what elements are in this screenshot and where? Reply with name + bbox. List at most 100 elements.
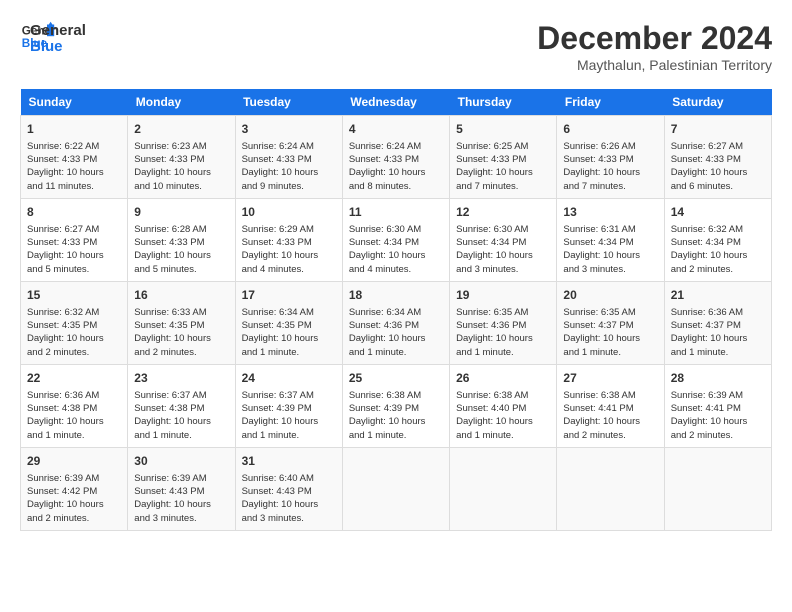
calendar-body: 1 Sunrise: 6:22 AM Sunset: 4:33 PM Daylig… xyxy=(21,116,772,531)
calendar-cell xyxy=(342,447,449,530)
weekday-sunday: Sunday xyxy=(21,89,128,116)
day-info: Sunrise: 6:27 AM Sunset: 4:33 PM Dayligh… xyxy=(27,223,121,276)
calendar-cell: 27Sunrise: 6:38 AM Sunset: 4:41 PM Dayli… xyxy=(557,364,664,447)
day-info: Sunrise: 6:29 AM Sunset: 4:33 PM Dayligh… xyxy=(242,223,336,276)
day-info: Sunrise: 6:24 AM Sunset: 4:33 PM Dayligh… xyxy=(349,140,443,193)
day-info: Sunrise: 6:36 AM Sunset: 4:37 PM Dayligh… xyxy=(671,306,765,359)
day-info: Sunrise: 6:38 AM Sunset: 4:40 PM Dayligh… xyxy=(456,389,550,442)
calendar-cell: 8 Sunrise: 6:27 AM Sunset: 4:33 PM Daylig… xyxy=(21,198,128,281)
day-number: 28 xyxy=(671,370,765,387)
day-info: Sunrise: 6:36 AM Sunset: 4:38 PM Dayligh… xyxy=(27,389,121,442)
calendar-cell: 30 Sunrise: 6:39 AM Sunset: 4:43 PM Dayli… xyxy=(128,447,235,530)
logo-text-blue: Blue xyxy=(30,39,86,56)
calendar-cell: 14 Sunrise: 6:32 AM Sunset: 4:34 PM Dayli… xyxy=(664,198,771,281)
day-info: Sunrise: 6:22 AM Sunset: 4:33 PM Dayligh… xyxy=(27,140,121,193)
day-number: 13 xyxy=(563,204,657,221)
day-info: Sunrise: 6:26 AM Sunset: 4:33 PM Dayligh… xyxy=(563,140,657,193)
day-number: 29 xyxy=(27,453,121,470)
weekday-tuesday: Tuesday xyxy=(235,89,342,116)
day-info: Sunrise: 6:38 AM Sunset: 4:41 PM Dayligh… xyxy=(563,389,657,442)
day-number: 14 xyxy=(671,204,765,221)
calendar-cell: 19 Sunrise: 6:35 AM Sunset: 4:36 PM Dayli… xyxy=(450,281,557,364)
calendar-cell: 17Sunrise: 6:34 AM Sunset: 4:35 PM Dayli… xyxy=(235,281,342,364)
day-number: 25 xyxy=(349,370,443,387)
day-number: 8 xyxy=(27,204,121,221)
logo: General Blue General Blue xyxy=(20,20,86,56)
calendar-cell: 3 Sunrise: 6:24 AM Sunset: 4:33 PM Daylig… xyxy=(235,116,342,199)
location-subtitle: Maythalun, Palestinian Territory xyxy=(537,57,772,73)
page-header: General Blue General Blue December 2024 … xyxy=(20,20,772,73)
calendar-cell: 22 Sunrise: 6:36 AM Sunset: 4:38 PM Dayli… xyxy=(21,364,128,447)
day-number: 7 xyxy=(671,121,765,138)
calendar-cell: 23 Sunrise: 6:37 AM Sunset: 4:38 PM Dayli… xyxy=(128,364,235,447)
calendar-cell: 9 Sunrise: 6:28 AM Sunset: 4:33 PM Daylig… xyxy=(128,198,235,281)
calendar-cell: 15Sunrise: 6:32 AM Sunset: 4:35 PM Dayli… xyxy=(21,281,128,364)
weekday-friday: Friday xyxy=(557,89,664,116)
day-number: 19 xyxy=(456,287,550,304)
weekday-thursday: Thursday xyxy=(450,89,557,116)
calendar-cell: 31 Sunrise: 6:40 AM Sunset: 4:43 PM Dayli… xyxy=(235,447,342,530)
calendar-cell: 29 Sunrise: 6:39 AM Sunset: 4:42 PM Dayli… xyxy=(21,447,128,530)
day-number: 24 xyxy=(242,370,336,387)
calendar-cell: 18Sunrise: 6:34 AM Sunset: 4:36 PM Dayli… xyxy=(342,281,449,364)
day-info: Sunrise: 6:23 AM Sunset: 4:33 PM Dayligh… xyxy=(134,140,228,193)
title-section: December 2024 Maythalun, Palestinian Ter… xyxy=(537,20,772,73)
calendar-cell: 2Sunrise: 6:23 AM Sunset: 4:33 PM Daylig… xyxy=(128,116,235,199)
calendar-cell: 11Sunrise: 6:30 AM Sunset: 4:34 PM Dayli… xyxy=(342,198,449,281)
day-number: 31 xyxy=(242,453,336,470)
day-number: 9 xyxy=(134,204,228,221)
day-info: Sunrise: 6:39 AM Sunset: 4:43 PM Dayligh… xyxy=(134,472,228,525)
day-info: Sunrise: 6:37 AM Sunset: 4:39 PM Dayligh… xyxy=(242,389,336,442)
calendar-cell: 5 Sunrise: 6:25 AM Sunset: 4:33 PM Daylig… xyxy=(450,116,557,199)
day-number: 11 xyxy=(349,204,443,221)
calendar-week-row: 15Sunrise: 6:32 AM Sunset: 4:35 PM Dayli… xyxy=(21,281,772,364)
day-number: 30 xyxy=(134,453,228,470)
day-info: Sunrise: 6:39 AM Sunset: 4:41 PM Dayligh… xyxy=(671,389,765,442)
day-number: 12 xyxy=(456,204,550,221)
day-number: 5 xyxy=(456,121,550,138)
calendar-table: SundayMondayTuesdayWednesdayThursdayFrid… xyxy=(20,89,772,531)
calendar-week-row: 8 Sunrise: 6:27 AM Sunset: 4:33 PM Daylig… xyxy=(21,198,772,281)
day-info: Sunrise: 6:39 AM Sunset: 4:42 PM Dayligh… xyxy=(27,472,121,525)
day-info: Sunrise: 6:30 AM Sunset: 4:34 PM Dayligh… xyxy=(456,223,550,276)
weekday-wednesday: Wednesday xyxy=(342,89,449,116)
day-number: 17 xyxy=(242,287,336,304)
calendar-cell: 1 Sunrise: 6:22 AM Sunset: 4:33 PM Daylig… xyxy=(21,116,128,199)
weekday-header-row: SundayMondayTuesdayWednesdayThursdayFrid… xyxy=(21,89,772,116)
calendar-cell xyxy=(450,447,557,530)
logo-text-general: General xyxy=(30,23,86,40)
day-number: 16 xyxy=(134,287,228,304)
day-number: 20 xyxy=(563,287,657,304)
calendar-cell: 4 Sunrise: 6:24 AM Sunset: 4:33 PM Daylig… xyxy=(342,116,449,199)
day-info: Sunrise: 6:35 AM Sunset: 4:37 PM Dayligh… xyxy=(563,306,657,359)
calendar-week-row: 22 Sunrise: 6:36 AM Sunset: 4:38 PM Dayli… xyxy=(21,364,772,447)
calendar-cell: 21Sunrise: 6:36 AM Sunset: 4:37 PM Dayli… xyxy=(664,281,771,364)
calendar-cell: 20 Sunrise: 6:35 AM Sunset: 4:37 PM Dayli… xyxy=(557,281,664,364)
day-number: 26 xyxy=(456,370,550,387)
calendar-cell xyxy=(664,447,771,530)
day-number: 4 xyxy=(349,121,443,138)
day-info: Sunrise: 6:24 AM Sunset: 4:33 PM Dayligh… xyxy=(242,140,336,193)
day-number: 15 xyxy=(27,287,121,304)
calendar-cell: 25 Sunrise: 6:38 AM Sunset: 4:39 PM Dayli… xyxy=(342,364,449,447)
day-info: Sunrise: 6:38 AM Sunset: 4:39 PM Dayligh… xyxy=(349,389,443,442)
day-info: Sunrise: 6:34 AM Sunset: 4:36 PM Dayligh… xyxy=(349,306,443,359)
day-info: Sunrise: 6:33 AM Sunset: 4:35 PM Dayligh… xyxy=(134,306,228,359)
day-number: 23 xyxy=(134,370,228,387)
day-info: Sunrise: 6:35 AM Sunset: 4:36 PM Dayligh… xyxy=(456,306,550,359)
day-info: Sunrise: 6:37 AM Sunset: 4:38 PM Dayligh… xyxy=(134,389,228,442)
calendar-cell: 10 Sunrise: 6:29 AM Sunset: 4:33 PM Dayli… xyxy=(235,198,342,281)
day-number: 1 xyxy=(27,121,121,138)
calendar-header: SundayMondayTuesdayWednesdayThursdayFrid… xyxy=(21,89,772,116)
calendar-cell: 6Sunrise: 6:26 AM Sunset: 4:33 PM Daylig… xyxy=(557,116,664,199)
day-info: Sunrise: 6:32 AM Sunset: 4:34 PM Dayligh… xyxy=(671,223,765,276)
day-info: Sunrise: 6:28 AM Sunset: 4:33 PM Dayligh… xyxy=(134,223,228,276)
weekday-saturday: Saturday xyxy=(664,89,771,116)
weekday-monday: Monday xyxy=(128,89,235,116)
day-number: 3 xyxy=(242,121,336,138)
day-number: 10 xyxy=(242,204,336,221)
day-number: 22 xyxy=(27,370,121,387)
day-info: Sunrise: 6:40 AM Sunset: 4:43 PM Dayligh… xyxy=(242,472,336,525)
day-info: Sunrise: 6:25 AM Sunset: 4:33 PM Dayligh… xyxy=(456,140,550,193)
calendar-cell: 16 Sunrise: 6:33 AM Sunset: 4:35 PM Dayli… xyxy=(128,281,235,364)
